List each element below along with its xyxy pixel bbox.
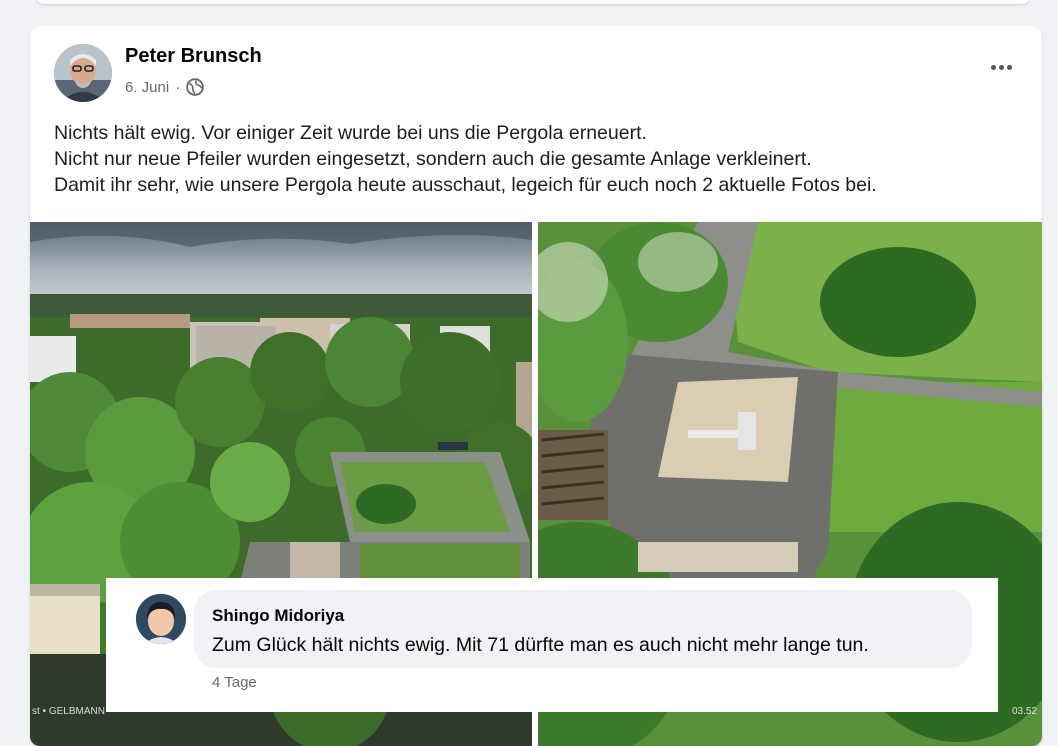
more-options-icon xyxy=(990,64,996,70)
post-text-line: Damit ihr sehr, wie unsere Pergola heute… xyxy=(54,174,877,196)
commenter-name[interactable]: Shingo Midoriya xyxy=(212,606,344,626)
post-text-line: Nichts hält ewig. Vor einiger Zeit wurde… xyxy=(54,122,647,144)
post-text-line: Nicht nur neue Pfeiler wurden eingesetzt… xyxy=(54,148,812,170)
author-avatar[interactable] xyxy=(54,44,112,102)
commenter-avatar[interactable] xyxy=(136,594,186,644)
author-name[interactable]: Peter Brunsch xyxy=(125,45,262,68)
photo-watermark-right: 03.52 xyxy=(1012,706,1038,717)
comment-timestamp[interactable]: 4 Tage xyxy=(212,674,257,691)
comment-overlay: Shingo Midoriya Zum Glück hält nichts ew… xyxy=(106,578,998,712)
post-text: Nichts hält ewig. Vor einiger Zeit wurde… xyxy=(54,120,1014,198)
comment-text: Zum Glück hält nichts ewig. Mit 71 dürft… xyxy=(212,634,869,656)
more-options-button[interactable] xyxy=(984,56,1018,78)
meta-separator: · xyxy=(175,78,181,96)
photo-watermark-left: st • GELBMANN xyxy=(32,706,105,717)
globe-icon[interactable] xyxy=(186,78,204,96)
comment-bubble: Shingo Midoriya Zum Glück hält nichts ew… xyxy=(194,590,972,668)
previous-post-card xyxy=(36,0,1030,4)
post-meta: 6. Juni · xyxy=(125,78,204,96)
post-date[interactable]: 6. Juni xyxy=(125,79,169,96)
